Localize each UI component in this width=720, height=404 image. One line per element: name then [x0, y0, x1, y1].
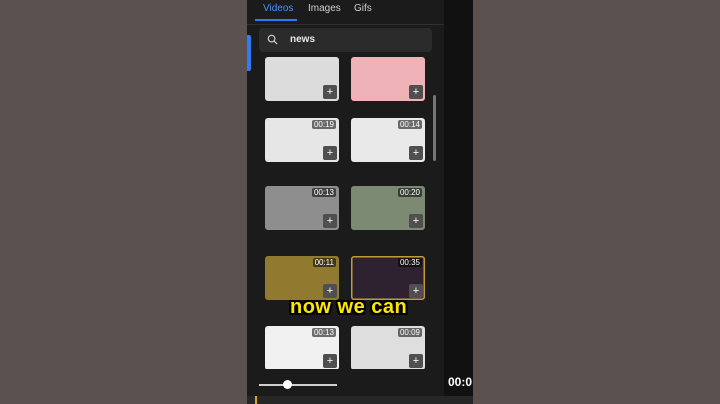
duration-badge: 00:19 — [311, 120, 336, 129]
video-thumbnail[interactable]: 00:11 + — [265, 256, 339, 300]
background-left — [0, 0, 247, 404]
tab-images[interactable]: Images — [308, 3, 341, 14]
video-thumbnail-hovered[interactable]: 00:35 + — [351, 256, 425, 300]
tab-bar: Videos Images Gifs — [247, 0, 444, 25]
scrollbar[interactable] — [433, 95, 436, 161]
time-readout: 00:0 — [448, 375, 473, 389]
background-right — [473, 0, 720, 404]
search-icon — [267, 34, 278, 45]
duration-badge: 00:09 — [397, 328, 422, 337]
add-video-button[interactable]: + — [409, 85, 423, 99]
tab-gifs[interactable]: Gifs — [354, 3, 372, 14]
add-video-button[interactable]: + — [409, 354, 423, 368]
zoom-slider-track[interactable] — [259, 384, 337, 386]
duration-badge: 00:20 — [397, 188, 422, 197]
preview-area — [444, 0, 473, 404]
video-thumbnail[interactable]: + — [351, 57, 425, 101]
active-tab-underline — [255, 19, 297, 21]
add-video-button[interactable]: + — [409, 146, 423, 160]
add-video-button[interactable]: + — [409, 284, 423, 298]
add-video-button[interactable]: + — [323, 85, 337, 99]
search-value: news — [290, 34, 316, 45]
video-thumbnail[interactable]: 00:20 + — [351, 186, 425, 230]
duration-badge: 00:13 — [311, 188, 336, 197]
duration-badge: 00:35 — [397, 258, 422, 267]
video-caption: now we can — [290, 296, 408, 318]
add-video-button[interactable]: + — [409, 214, 423, 228]
video-thumbnail-grid: + + 00:19 + 00:14 + 00:13 + 00:20 + 00:1… — [265, 57, 429, 369]
zoom-slider-handle[interactable] — [283, 380, 293, 389]
duration-badge: 00:13 — [311, 328, 336, 337]
timeline-ruler[interactable] — [247, 396, 473, 404]
search-input[interactable]: news — [259, 28, 432, 52]
tab-videos[interactable]: Videos — [263, 3, 293, 14]
add-video-button[interactable]: + — [323, 214, 337, 228]
video-thumbnail[interactable]: 00:13 + — [265, 326, 339, 369]
video-thumbnail[interactable]: 00:13 + — [265, 186, 339, 230]
add-video-button[interactable]: + — [323, 354, 337, 368]
duration-badge: 00:14 — [397, 120, 422, 129]
media-library-panel: Videos Images Gifs news + + 00:19 + 00:1… — [247, 0, 473, 404]
add-video-button[interactable]: + — [323, 146, 337, 160]
duration-badge: 00:11 — [312, 258, 336, 267]
video-thumbnail[interactable]: 00:19 + — [265, 118, 339, 162]
video-thumbnail[interactable]: + — [265, 57, 339, 101]
video-thumbnail[interactable]: 00:09 + — [351, 326, 425, 369]
accent-indicator — [247, 35, 251, 71]
video-thumbnail[interactable]: 00:14 + — [351, 118, 425, 162]
playhead-marker[interactable] — [255, 396, 257, 404]
